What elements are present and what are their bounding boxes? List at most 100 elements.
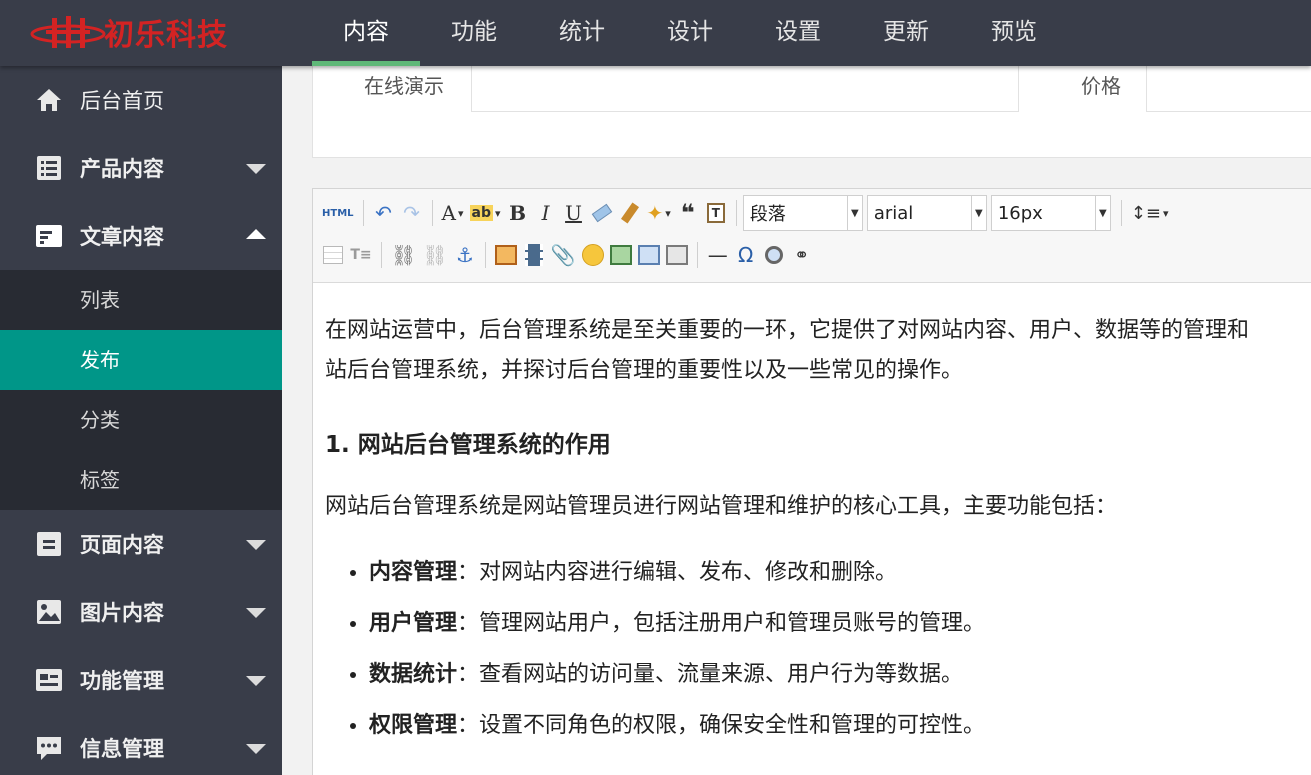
toolbar-row-2: T≡ ⛓ ⛓ ⚓ 📎 — Ω ⚭ [319,237,816,273]
font-family-select[interactable]: arial ▼ [866,195,987,231]
dropdown-arrow-icon: ▾ [1162,206,1169,220]
list-item-term: 用户管理 [369,611,458,636]
insert-image-button[interactable] [492,240,520,270]
font-size-select[interactable]: 16px ▼ [990,195,1111,231]
binoculars-icon: ⚭ [794,244,810,266]
line-height-button[interactable]: ↕≡ ▾ [1128,198,1172,228]
italic-button[interactable]: I [532,198,560,228]
highlight-button[interactable]: ab ▾ [467,198,504,228]
list-item-term: 权限管理 [369,713,458,738]
page-icon [34,529,64,559]
search-replace-button[interactable] [760,240,788,270]
image-upload-icon [494,245,517,265]
table-title-button[interactable]: T≡ [347,240,375,270]
preview-button[interactable]: ⚭ [788,240,816,270]
horizontal-rule-button[interactable]: — [704,240,732,270]
html-source-button[interactable]: HTML [319,198,357,228]
list-item-desc: ：管理网站用户，包括注册用户和管理员账号的管理。 [457,611,986,636]
nav-content[interactable]: 内容 [312,0,420,66]
eraser-icon [591,203,612,223]
redo-button[interactable]: ↷ [398,198,426,228]
toolbar-separator [735,200,737,226]
main-nav: 内容 功能 统计 设计 设置 更新 预览 [312,0,1068,66]
sidebar: 后台首页 产品内容 文章内容 列表 发布 分类 标签 页面内容 图片内容 功能管… [0,66,282,775]
insert-video-button[interactable] [520,240,548,270]
image-gallery-button[interactable] [607,240,635,270]
attachment-button[interactable]: 📎 [548,240,579,270]
underline-button[interactable]: U [560,198,588,228]
article-submenu: 列表 发布 分类 标签 [0,270,282,510]
editor-toolbar: HTML ↶ ↷ A ▾ ab ▾ B I U ✦ ▾ ❝ T 段落 ▼ ari… [313,189,1311,283]
magic-wand-icon: ✦ [646,201,664,225]
auto-format-button[interactable]: ✦ ▾ [644,198,674,228]
link-button[interactable]: ⛓ [388,240,419,270]
bold-button[interactable]: B [504,198,532,228]
insert-table-button[interactable] [319,240,347,270]
nav-settings[interactable]: 设置 [744,0,852,66]
price-input[interactable] [1146,66,1311,112]
undo-button[interactable]: ↶ [370,198,398,228]
omega-icon: Ω [738,243,754,267]
horizontal-rule-icon: — [707,243,728,267]
sidebar-item-pages[interactable]: 页面内容 [0,510,282,578]
line-height-icon: ↕≡ [1130,202,1161,224]
function-icon [34,665,64,695]
dropdown-arrow-icon: ▾ [494,206,501,220]
logo[interactable]: 初乐科技 [28,8,228,56]
nav-preview[interactable]: 预览 [960,0,1068,66]
template-button[interactable] [635,240,663,270]
submenu-item-list[interactable]: 列表 [0,270,282,330]
section-paragraph: 网站后台管理系统是网站管理员进行网站管理和维护的核心工具，主要功能包括： [325,494,1118,519]
nav-function[interactable]: 功能 [420,0,528,66]
paragraph-select[interactable]: 段落 ▼ [742,195,863,231]
toolbar-separator [1120,200,1122,226]
emoticon-button[interactable] [579,240,607,270]
main-content: 在线演示 价格 HTML ↶ ↷ A▾ ab▾ B I U ✦▾ ❝ T [282,66,1311,775]
blockquote-button[interactable]: ❝ [674,198,702,228]
form-card: 在线演示 价格 [312,66,1311,158]
toolbar-separator [484,242,486,268]
toolbar-separator [696,242,698,268]
submenu-item-category[interactable]: 分类 [0,390,282,450]
sidebar-item-home[interactable]: 后台首页 [0,66,282,134]
font-color-button[interactable]: A ▾ [439,198,467,228]
sidebar-item-articles[interactable]: 文章内容 [0,202,282,270]
chevron-down-icon [246,540,266,550]
link-icon: ⛓ [391,243,417,267]
nav-design[interactable]: 设计 [636,0,744,66]
eraser-button[interactable] [588,198,616,228]
search-icon [764,246,783,264]
sidebar-item-products[interactable]: 产品内容 [0,134,282,202]
sidebar-item-label: 文章内容 [80,225,164,249]
submenu-item-tags[interactable]: 标签 [0,450,282,510]
paste-text-button[interactable]: T [702,198,730,228]
submenu-item-publish[interactable]: 发布 [0,330,282,390]
format-brush-button[interactable] [616,198,644,228]
editor-content[interactable]: 在网站运营中，后台管理系统是至关重要的一环，它提供了对网站内容、用户、数据等的管… [313,283,1311,742]
nav-statistics[interactable]: 统计 [528,0,636,66]
section-heading: 1. 网站后台管理系统的作用 [325,432,611,458]
sidebar-item-label: 产品内容 [80,157,164,181]
sidebar-item-images[interactable]: 图片内容 [0,578,282,646]
demo-input[interactable] [471,66,1019,112]
feature-list: 内容管理：对网站内容进行编辑、发布、修改和删除。 用户管理：管理网站用户，包括注… [325,557,1311,742]
list-item: 数据统计：查看网站的访问量、流量来源、用户行为等数据。 [369,659,1311,691]
dropdown-arrow-icon: ▾ [665,206,671,220]
intro-line-2: 站后台管理系统，并探讨后台管理的重要性以及一些常见的操作。 [325,358,964,383]
sidebar-item-messages[interactable]: 信息管理 [0,714,282,775]
logo-icon [30,16,106,48]
quote-icon: ❝ [680,199,695,227]
special-char-button[interactable]: Ω [732,240,760,270]
nav-update[interactable]: 更新 [852,0,960,66]
gallery-icon [609,245,632,265]
unlink-button[interactable]: ⛓ [419,240,450,270]
sidebar-item-label: 页面内容 [80,533,164,557]
top-navbar: 初乐科技 内容 功能 统计 设计 设置 更新 预览 [0,0,1311,66]
toolbar-separator [431,200,433,226]
demo-label: 在线演示 [364,74,444,98]
list-item-desc: ：设置不同角色的权限，确保安全性和管理的可控性。 [457,713,986,738]
sidebar-item-functions[interactable]: 功能管理 [0,646,282,714]
anchor-button[interactable]: ⚓ [451,240,479,270]
insert-frame-button[interactable] [663,240,691,270]
toolbar-row-1: HTML ↶ ↷ A ▾ ab ▾ B I U ✦ ▾ ❝ T 段落 ▼ ari… [319,195,1172,231]
